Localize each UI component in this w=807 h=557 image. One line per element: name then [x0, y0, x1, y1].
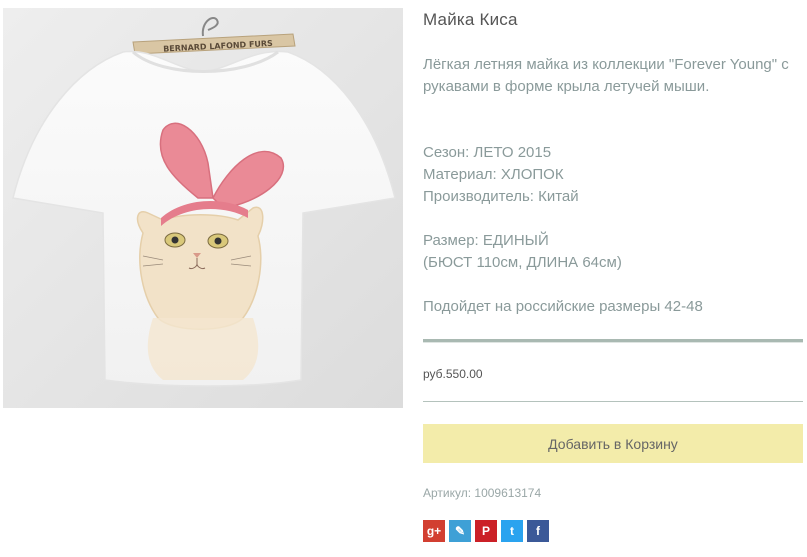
product-material: Материал: ХЛОПОК [423, 166, 564, 183]
tshirt-illustration: BERNARD LAFOND FURS [3, 8, 403, 408]
facebook-icon[interactable]: f [527, 520, 549, 542]
product-fit: Подойдет на российские размеры 42-48 [423, 298, 703, 315]
add-to-cart-button[interactable]: Добавить в Корзину [423, 424, 803, 463]
product-sku: Артикул: 1009613174 [423, 486, 542, 500]
product-price: руб.550.00 [423, 367, 483, 381]
product-image[interactable]: BERNARD LAFOND FURS [3, 8, 403, 408]
social-share-bar: g+ ✎ Pt f [423, 520, 549, 542]
product-description: Лёгкая летняя майка из коллекции "Foreve… [423, 56, 789, 95]
divider [423, 401, 803, 402]
divider [423, 339, 803, 343]
product-size: Размер: ЕДИНЫЙ [423, 232, 549, 249]
livejournal-icon[interactable]: ✎ [449, 520, 471, 542]
product-title: Майка Киса [423, 10, 518, 29]
twitter-icon[interactable]: t [501, 520, 523, 542]
product-size-detail: (БЮСТ 110см, ДЛИНА 64см) [423, 254, 622, 271]
google-plus-icon[interactable]: g+ [423, 520, 445, 542]
product-season: Сезон: ЛЕТО 2015 [423, 144, 552, 161]
pinterest-icon[interactable]: P [475, 520, 497, 542]
product-manufacturer: Производитель: Китай [423, 188, 579, 205]
